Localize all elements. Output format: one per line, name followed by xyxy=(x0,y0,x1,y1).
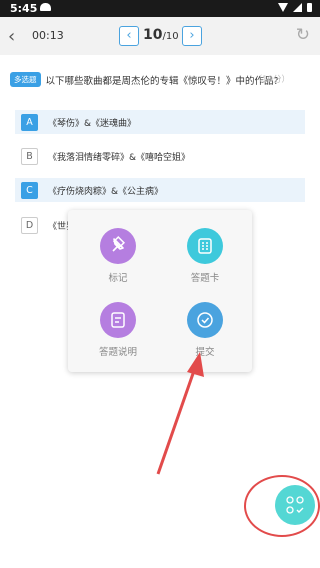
annotation-circle xyxy=(244,475,320,537)
